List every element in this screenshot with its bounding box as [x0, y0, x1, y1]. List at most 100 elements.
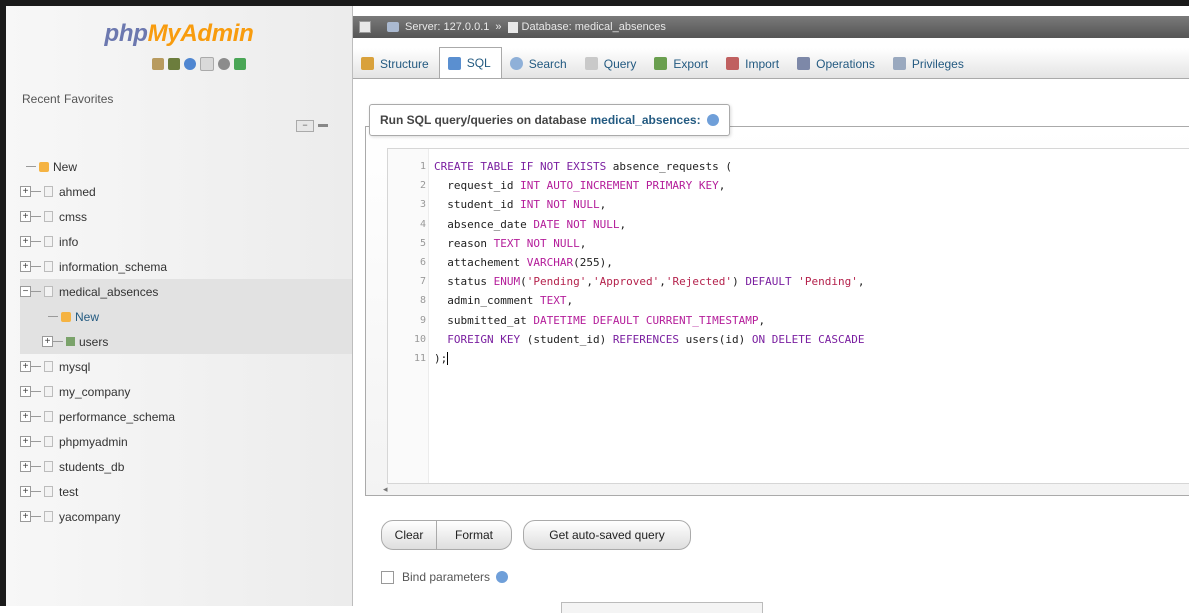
collapse-icon[interactable]: − [20, 286, 31, 297]
code-line: 9 submitted_at DATETIME DEFAULT CURRENT_… [388, 311, 1189, 330]
expand-icon[interactable]: + [20, 186, 31, 197]
tree-branch [31, 216, 41, 217]
help-icon[interactable] [706, 114, 719, 126]
clear-button[interactable]: Clear [381, 520, 437, 550]
tree-item-mysql[interactable]: + mysql [20, 354, 352, 379]
expand-icon[interactable]: + [42, 336, 53, 347]
tree-item-yacompany[interactable]: + yacompany [20, 504, 352, 529]
database-icon [44, 361, 53, 372]
recent-tab[interactable]: Recent [22, 92, 60, 106]
tree-item-new[interactable]: New [20, 154, 352, 179]
logout-icon[interactable] [168, 58, 180, 70]
bind-parameters-row: Bind parameters [381, 570, 509, 584]
navigation-sidebar: phpMyAdmin Recent Favorites − New + ahmed… [6, 6, 353, 606]
tab-search[interactable]: Search [502, 49, 577, 78]
documentation-icon[interactable] [200, 57, 214, 71]
sql-query-legend: Run SQL query/queries on database medica… [369, 104, 730, 136]
tab-structure[interactable]: Structure [353, 49, 439, 78]
breadcrumb-database[interactable]: Database: medical_absences [522, 21, 666, 33]
expand-icon[interactable]: + [20, 511, 31, 522]
expand-icon[interactable]: + [20, 436, 31, 447]
tree-item-users[interactable]: + users [20, 329, 352, 354]
tree-branch [31, 291, 41, 292]
tree-item-cmss[interactable]: + cmss [20, 204, 352, 229]
line-number: 5 [419, 237, 426, 249]
recent-favorites-tabs: Recent Favorites [22, 92, 117, 106]
expand-icon[interactable]: + [20, 361, 31, 372]
tab-query[interactable]: Query [577, 49, 647, 78]
tree-item-my-company[interactable]: + my_company [20, 379, 352, 404]
database-icon [44, 511, 53, 522]
tab-sql[interactable]: SQL [438, 47, 502, 78]
tree-branch [48, 316, 58, 317]
code-text: absence_date DATE NOT NULL, [434, 217, 627, 231]
tree-item-ahmed[interactable]: + ahmed [20, 179, 352, 204]
database-tree: New + ahmed + cmss + info + information_… [20, 154, 352, 529]
tab-privileges[interactable]: Privileges [885, 49, 974, 78]
tree-item-phpmyadmin[interactable]: + phpmyadmin [20, 429, 352, 454]
database-icon [44, 461, 53, 472]
expand-icon[interactable]: + [20, 236, 31, 247]
home-icon[interactable] [152, 58, 164, 70]
database-icon [44, 286, 53, 297]
bind-parameters-checkbox[interactable] [381, 570, 394, 584]
breadcrumb-server[interactable]: Server: 127.0.0.1 [405, 21, 489, 33]
tree-branch [31, 266, 41, 267]
phpmyadmin-logo[interactable]: phpMyAdmin [6, 20, 352, 48]
tree-item-test[interactable]: + test [20, 479, 352, 504]
expand-icon[interactable]: + [20, 386, 31, 397]
settings-gear-icon[interactable] [218, 58, 230, 70]
tree-branch [31, 416, 41, 417]
export-icon [654, 57, 668, 70]
line-number: 1 [419, 161, 426, 172]
line-number: 6 [419, 256, 426, 268]
tree-item-new-table[interactable]: New [20, 304, 352, 329]
code-line: 2 request_id INT AUTO_INCREMENT PRIMARY … [388, 176, 1189, 195]
server-icon [387, 22, 399, 32]
expand-icon[interactable]: + [20, 261, 31, 272]
tab-import[interactable]: Import [718, 49, 789, 78]
link-with-main-icon[interactable] [318, 124, 328, 127]
tab-bar: Structure SQL Search Query Export Import… [353, 47, 1189, 79]
format-button[interactable]: Format [436, 520, 512, 550]
go-button-partial[interactable] [561, 602, 763, 613]
breadcrumb-separator: » [495, 21, 502, 33]
reload-icon[interactable] [234, 58, 246, 70]
code-line: 8 admin_comment TEXT, [388, 291, 1189, 310]
code-lines: 1 CREATE TABLE IF NOT EXISTS absence_requ… [388, 157, 1189, 368]
query-window-icon[interactable] [184, 58, 196, 70]
tree-branch [31, 391, 41, 392]
expand-icon[interactable]: + [20, 486, 31, 497]
tree-branch [26, 166, 36, 167]
tree-branch [31, 241, 41, 242]
get-auto-saved-query-button[interactable]: Get auto-saved query [523, 520, 691, 550]
help-icon[interactable] [496, 571, 509, 583]
tree-item-information-schema[interactable]: + information_schema [20, 254, 352, 279]
structure-icon [361, 57, 374, 70]
tree-item-info[interactable]: + info [20, 229, 352, 254]
new-database-icon [39, 161, 49, 172]
tab-export[interactable]: Export [646, 49, 718, 78]
import-icon [726, 57, 740, 70]
database-icon [44, 211, 53, 222]
favorites-tab[interactable]: Favorites [64, 92, 113, 106]
collapse-sidebar-icon[interactable] [359, 21, 371, 33]
tab-operations[interactable]: Operations [789, 49, 885, 78]
query-icon [584, 57, 598, 70]
code-text: attachement VARCHAR(255), [434, 255, 613, 269]
tree-item-performance-schema[interactable]: + performance_schema [20, 404, 352, 429]
tree-item-medical-absences[interactable]: − medical_absences [20, 279, 352, 304]
code-line: 3 student_id INT NOT NULL, [388, 195, 1189, 214]
tree-item-students-db[interactable]: + students_db [20, 454, 352, 479]
expand-icon[interactable]: + [20, 211, 31, 222]
sql-editor[interactable]: 1 CREATE TABLE IF NOT EXISTS absence_requ… [387, 148, 1189, 484]
collapse-all-icon[interactable]: − [296, 120, 314, 132]
scroll-left-arrow-icon[interactable]: ◂ [383, 484, 388, 495]
code-line: 1 CREATE TABLE IF NOT EXISTS absence_requ… [388, 157, 1189, 176]
text-cursor [447, 352, 449, 366]
breadcrumb: Server: 127.0.0.1 » Database: medical_ab… [353, 16, 1189, 38]
code-text: request_id INT AUTO_INCREMENT PRIMARY KE… [434, 179, 726, 193]
tree-branch [31, 516, 41, 517]
expand-icon[interactable]: + [20, 411, 31, 422]
expand-icon[interactable]: + [20, 461, 31, 472]
